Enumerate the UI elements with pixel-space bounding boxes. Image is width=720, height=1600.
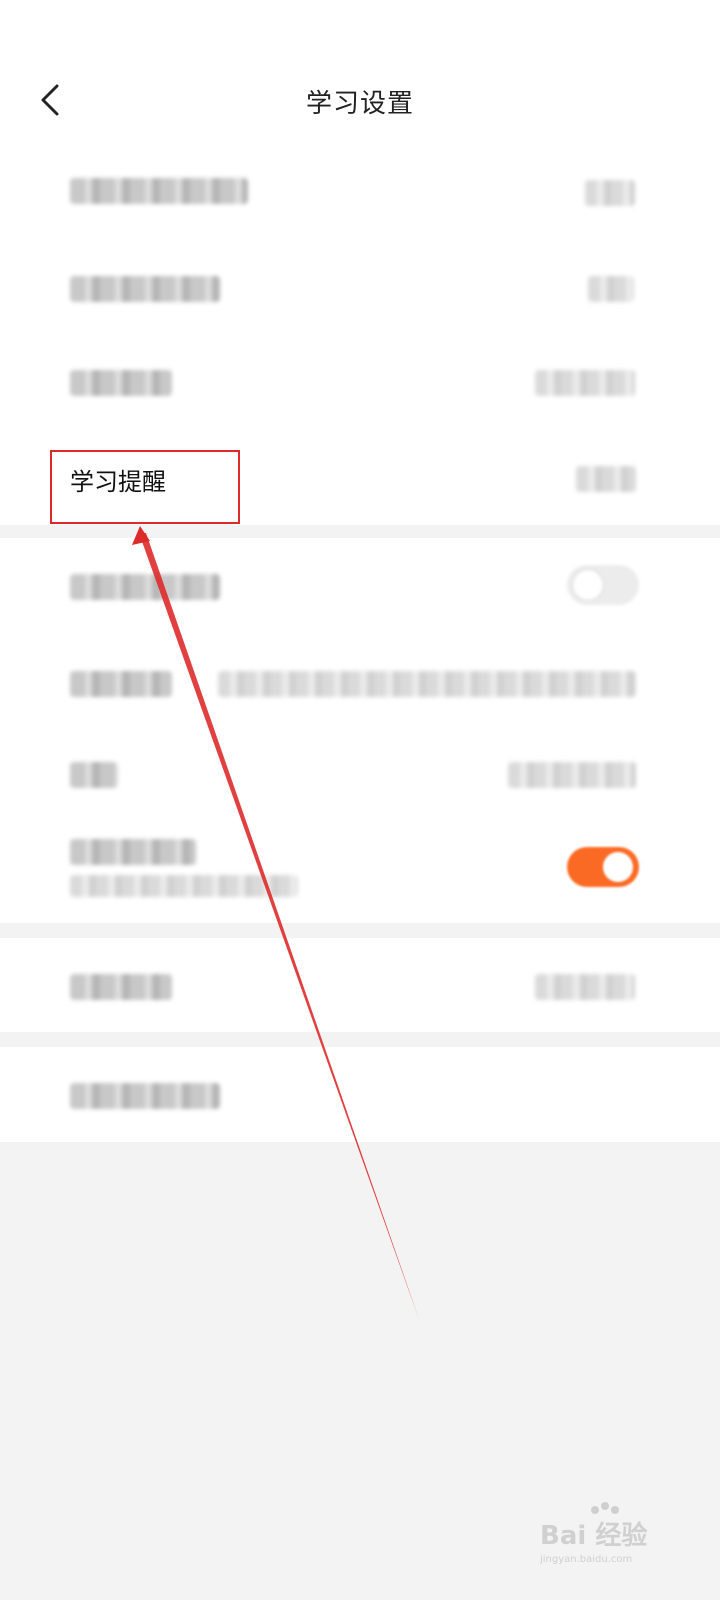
blurred-label [70, 574, 220, 600]
settings-row-study-reminder[interactable]: 学习提醒 [0, 432, 720, 525]
toggle-knob [573, 570, 603, 600]
toggle-knob [603, 852, 633, 882]
blurred-value [218, 671, 636, 697]
blurred-label [70, 839, 196, 865]
settings-group-1: 学习提醒 [0, 150, 720, 525]
blurred-value [535, 370, 635, 396]
settings-row-7[interactable] [0, 732, 720, 829]
blurred-value [588, 276, 634, 302]
svg-text:jingyan.baidu.com: jingyan.baidu.com [540, 1554, 632, 1565]
blurred-value [508, 762, 636, 788]
blurred-label [70, 276, 220, 302]
blurred-description [70, 875, 298, 897]
svg-text:Bai 经验: Bai 经验 [540, 1520, 647, 1551]
settings-row-9[interactable] [0, 938, 720, 1032]
settings-row-5[interactable] [0, 538, 720, 635]
top-bar: 学习设置 [0, 0, 720, 150]
blurred-value [576, 466, 636, 492]
settings-row-2[interactable] [0, 238, 720, 335]
study-reminder-label: 学习提醒 [70, 468, 166, 496]
settings-row-6[interactable] [0, 635, 720, 732]
blurred-label [70, 974, 172, 1000]
settings-row-8[interactable] [0, 829, 720, 923]
baidu-jingyan-watermark: Bai 经验 jingyan.baidu.com [539, 1496, 670, 1566]
settings-row-1[interactable] [0, 150, 720, 238]
settings-group-4 [0, 1047, 720, 1142]
page-title: 学习设置 [305, 89, 414, 119]
baidu-jingyan-logo: Bai 经验 jingyan.baidu.com [539, 1502, 647, 1565]
blurred-value [535, 974, 635, 1000]
blurred-label [70, 178, 248, 204]
blurred-label [70, 370, 172, 396]
blurred-value [585, 180, 635, 206]
settings-row-10[interactable] [0, 1047, 720, 1142]
setting-toggle-on[interactable] [567, 847, 639, 887]
settings-group-3 [0, 938, 720, 1032]
blurred-label [70, 671, 172, 697]
settings-group-2 [0, 538, 720, 923]
setting-toggle-off[interactable] [567, 565, 639, 605]
blurred-label [70, 1083, 220, 1109]
blurred-label [70, 762, 118, 788]
settings-row-3[interactable] [0, 335, 720, 432]
